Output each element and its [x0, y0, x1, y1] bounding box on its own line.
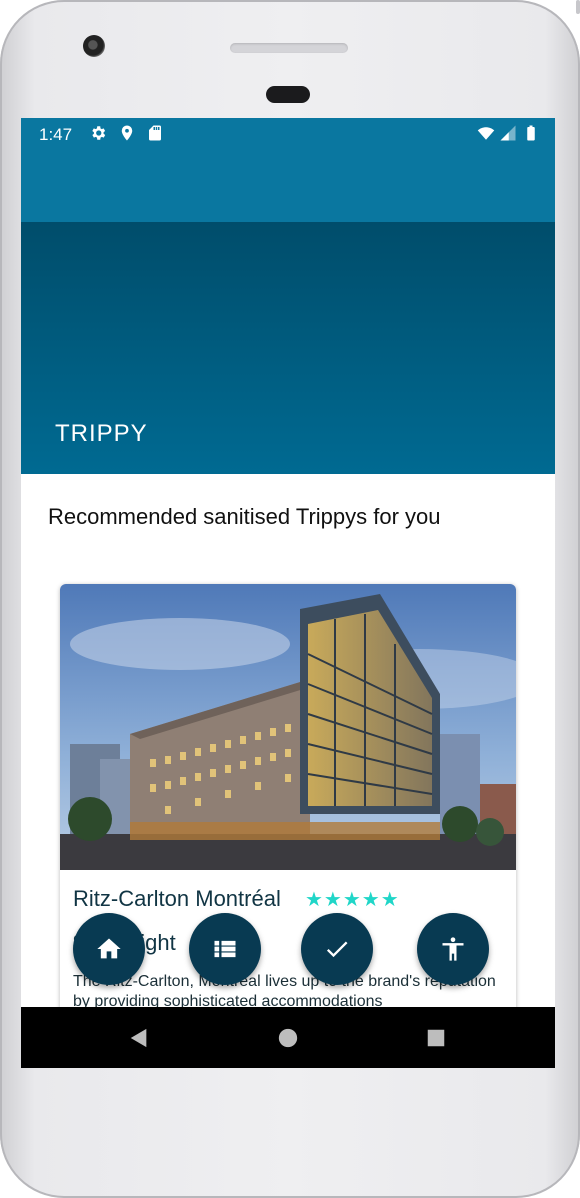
- front-camera: [83, 35, 105, 57]
- check-icon: [326, 941, 348, 958]
- earpiece-speaker: [230, 43, 348, 53]
- list-button[interactable]: [189, 913, 261, 985]
- proximity-sensor: [266, 86, 310, 103]
- screen: 1:47 TRIPPY Recommended sanitised Trippy…: [21, 118, 555, 1068]
- battery-icon: [527, 125, 535, 141]
- check-button[interactable]: [301, 913, 373, 985]
- section-title: Recommended sanitised Trippys for you: [48, 504, 441, 529]
- location-icon: [121, 125, 133, 141]
- hotel-image: [60, 584, 516, 870]
- list-icon: [214, 940, 236, 958]
- system-nav-bar: [21, 1007, 555, 1068]
- phone-frame: 1:47 TRIPPY Recommended sanitised Trippy…: [0, 0, 580, 1198]
- status-time: 1:47: [39, 125, 73, 144]
- wifi-icon: [477, 127, 495, 140]
- home-icon: [97, 938, 121, 959]
- home-nav-icon[interactable]: [277, 1027, 299, 1049]
- home-button[interactable]: [73, 913, 145, 985]
- app-title: TRIPPY: [55, 420, 148, 447]
- app-bar: [21, 150, 555, 222]
- accessibility-icon: [442, 937, 464, 961]
- recents-icon[interactable]: [425, 1027, 447, 1049]
- settings-icon: [92, 126, 106, 140]
- back-icon[interactable]: [128, 1027, 150, 1049]
- accessibility-button[interactable]: [417, 913, 489, 985]
- cell-signal-icon: [500, 125, 516, 141]
- power-button: [576, 0, 580, 14]
- collapsing-toolbar: TRIPPY: [21, 222, 555, 474]
- status-bar: 1:47: [21, 118, 555, 150]
- sd-card-icon: [149, 125, 161, 141]
- hotel-rating-stars: ★★★★★: [305, 889, 400, 911]
- hotel-name: Ritz-Carlton Montréal: [73, 886, 281, 911]
